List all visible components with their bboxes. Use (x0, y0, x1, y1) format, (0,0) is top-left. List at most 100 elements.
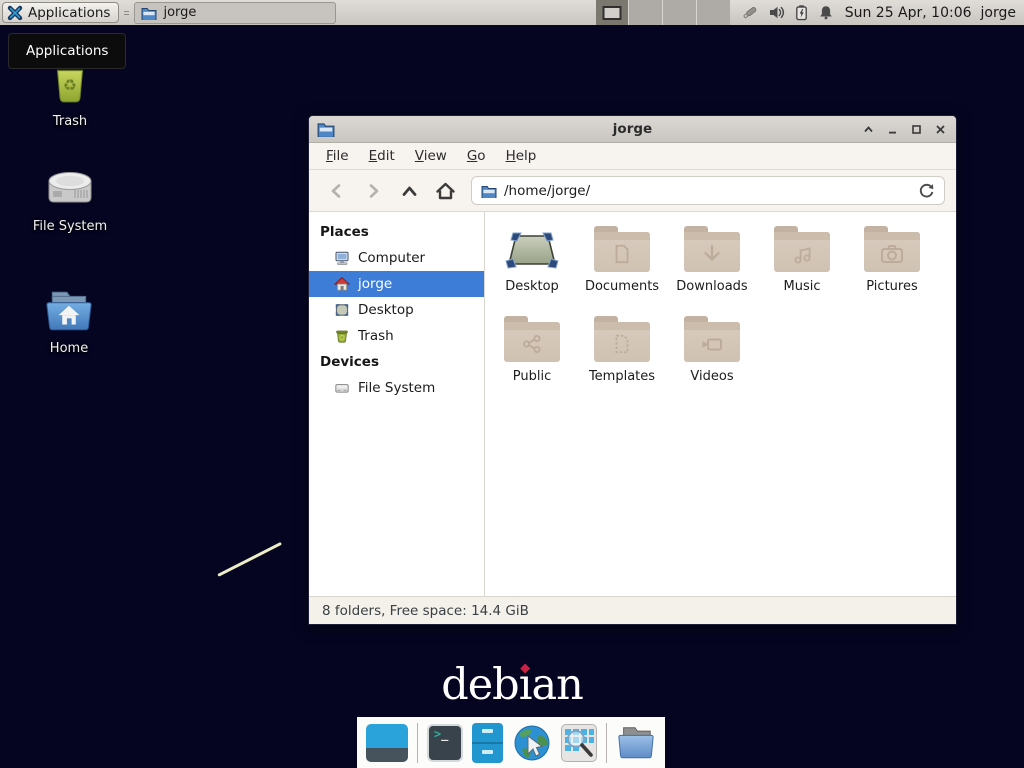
mouse-cursor (217, 542, 282, 577)
home-icon (334, 276, 350, 292)
sidebar-item-jorge[interactable]: jorge (309, 271, 484, 297)
system-tray (740, 4, 834, 22)
music-notes-icon (790, 242, 814, 266)
sidebar-header-places: Places (309, 219, 484, 245)
desktop-icon (334, 302, 350, 318)
desktop-icon-label: File System (33, 219, 107, 234)
terminal-launcher[interactable]: >_ (427, 724, 464, 762)
taskbar-window-label: jorge (163, 5, 196, 20)
sidebar-item-label: Computer (358, 250, 425, 266)
file-item-public[interactable]: Public (487, 316, 577, 384)
file-manager-window: jorge File Edit View Go Help (308, 115, 957, 625)
file-label: Downloads (676, 279, 747, 294)
desktop-icon-home[interactable]: Home (23, 288, 115, 356)
sidebar-item-file-system[interactable]: File System (309, 375, 484, 401)
applications-menu-button[interactable]: Applications (2, 2, 119, 23)
xfce-applications-icon (7, 5, 23, 21)
window-controls (862, 116, 947, 143)
forward-button[interactable] (356, 176, 390, 206)
workspace-2[interactable] (629, 0, 663, 25)
workspace-3[interactable] (663, 0, 697, 25)
file-item-downloads[interactable]: Downloads (667, 226, 757, 294)
panel-grip-handle[interactable] (122, 4, 130, 22)
folder-icon (594, 322, 650, 362)
share-icon (520, 332, 544, 356)
toolbar: /home/jorge/ (309, 170, 956, 212)
file-label: Music (784, 279, 821, 294)
menu-file[interactable]: File (316, 143, 359, 169)
workspace-1[interactable] (596, 0, 630, 25)
desktop-screen: { "panel": { "applications": { "label": … (0, 0, 1024, 768)
window-titlebar[interactable]: jorge (309, 116, 956, 143)
window-folder-icon (317, 121, 335, 141)
menu-edit[interactable]: Edit (359, 143, 405, 169)
desktop-icon-label: Home (50, 341, 88, 356)
video-camera-icon (699, 332, 725, 356)
menubar: File Edit View Go Help (309, 143, 956, 170)
volume-icon[interactable] (768, 4, 785, 21)
file-item-pictures[interactable]: Pictures (847, 226, 937, 294)
minimize-button[interactable] (886, 123, 899, 136)
status-text: 8 folders, Free space: 14.4 GiB (322, 603, 529, 619)
top-panel: Applications jorge (0, 0, 1024, 25)
folder-launcher[interactable] (616, 724, 656, 762)
dock-separator (606, 723, 607, 763)
close-button[interactable] (934, 123, 947, 136)
maximize-button[interactable] (910, 123, 923, 136)
window-title: jorge (309, 121, 956, 137)
application-finder-launcher[interactable] (561, 724, 597, 762)
status-bar: 8 folders, Free space: 14.4 GiB (309, 596, 956, 624)
home-button[interactable] (428, 176, 462, 206)
file-label: Public (513, 369, 551, 384)
file-cabinet-launcher[interactable] (472, 723, 502, 763)
up-button[interactable] (392, 176, 426, 206)
path-input[interactable]: /home/jorge/ (504, 183, 911, 199)
show-desktop-button[interactable] (366, 724, 408, 762)
debian-logo-i: ı (519, 660, 532, 710)
file-item-videos[interactable]: Videos (667, 316, 757, 384)
desktop-icon-file-system[interactable]: File System (24, 162, 116, 234)
panel-clock[interactable]: Sun 25 Apr, 10:06 (845, 5, 972, 21)
bottom-dock: >_ (357, 717, 665, 768)
folder-icon (594, 232, 650, 272)
file-item-templates[interactable]: Templates (577, 316, 667, 384)
battery-charging-icon[interactable] (794, 4, 809, 21)
sidebar-item-label: Desktop (358, 302, 414, 318)
hard-drive-icon (41, 162, 99, 212)
file-item-music[interactable]: Music (757, 226, 847, 294)
camera-icon (879, 242, 905, 266)
stylus-icon[interactable] (740, 4, 759, 22)
back-button[interactable] (320, 176, 354, 206)
workspace-4[interactable] (697, 0, 730, 25)
sidebar-item-computer[interactable]: Computer (309, 245, 484, 271)
web-browser-launcher[interactable] (512, 722, 552, 764)
shade-button[interactable] (862, 123, 875, 136)
folder-icon (684, 322, 740, 362)
file-item-documents[interactable]: Documents (577, 226, 667, 294)
panel-username[interactable]: jorge (981, 5, 1016, 21)
drawer-handle (482, 750, 493, 754)
sidebar-item-desktop[interactable]: Desktop (309, 297, 484, 323)
sidebar-item-label: Trash (358, 328, 394, 344)
reload-icon[interactable] (918, 182, 935, 199)
template-document-icon (611, 332, 633, 356)
debian-logo: debıan (441, 660, 583, 710)
folder-icon (864, 232, 920, 272)
file-item-desktop[interactable]: Desktop (487, 226, 577, 294)
workspace-window-preview (603, 6, 622, 20)
taskbar-window-button[interactable]: jorge (134, 2, 336, 24)
menu-view[interactable]: View (405, 143, 457, 169)
notifications-bell-icon[interactable] (818, 4, 834, 21)
menu-help[interactable]: Help (496, 143, 547, 169)
file-label: Documents (585, 279, 659, 294)
desktop-icon-label: Trash (53, 114, 87, 129)
debian-logo-text: deb (441, 660, 519, 710)
sidebar: Places Computer jorge (309, 212, 485, 596)
folder-icon (684, 232, 740, 272)
applications-menu-label: Applications (28, 5, 110, 21)
menu-go[interactable]: Go (457, 143, 496, 169)
path-bar[interactable]: /home/jorge/ (471, 176, 945, 205)
trash-icon (334, 328, 350, 344)
sidebar-header-devices: Devices (309, 349, 484, 375)
sidebar-item-trash[interactable]: Trash (309, 323, 484, 349)
